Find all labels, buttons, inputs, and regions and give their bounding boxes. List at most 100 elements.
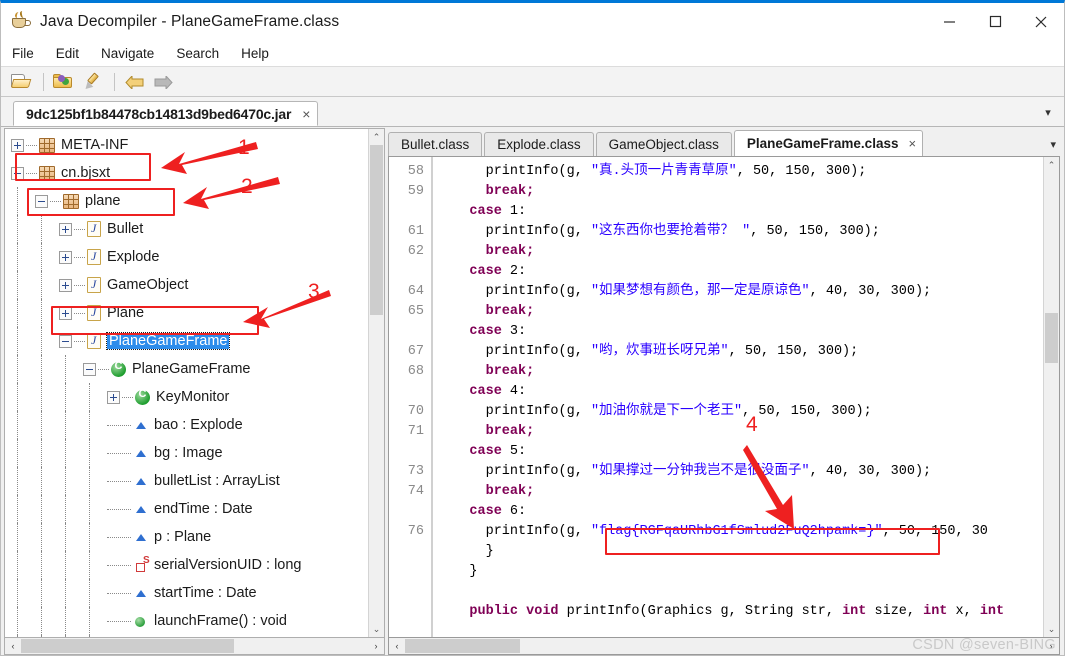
- close-icon[interactable]: [1018, 3, 1064, 40]
- code-line: break;: [437, 302, 1043, 322]
- tree-horizontal-scrollbar[interactable]: ‹ ›: [4, 638, 385, 655]
- menu-item-search[interactable]: Search: [175, 44, 229, 63]
- open-folder-icon[interactable]: [8, 69, 35, 94]
- pen-icon[interactable]: [79, 69, 106, 94]
- tree-node-label: KeyMonitor: [156, 388, 230, 405]
- maximize-icon[interactable]: [972, 3, 1018, 40]
- code-token: }: [485, 544, 494, 559]
- scroll-up-icon[interactable]: ⌃: [1044, 157, 1059, 173]
- tree-node[interactable]: PlaneGameFrame: [5, 327, 368, 355]
- code-token: , 50, 150, 300);: [728, 344, 859, 359]
- static-marker: S: [143, 555, 150, 566]
- menu-item-file[interactable]: File: [11, 44, 44, 63]
- tree-hscroll-thumb[interactable]: [21, 639, 234, 653]
- chevron-down-icon[interactable]: ▾: [1050, 138, 1056, 151]
- line-number: 73: [407, 464, 424, 479]
- tree-node[interactable]: plane: [5, 187, 368, 215]
- tree-node-label: p : Plane: [154, 528, 212, 545]
- jar-tab[interactable]: 9dc125bf1b84478cb14813d9bed6470c.jar ×: [13, 101, 319, 126]
- java-file-icon: [87, 333, 101, 349]
- collapse-icon[interactable]: [83, 362, 96, 376]
- tree-node-label: launchFrame() : void: [154, 612, 287, 629]
- tree-node[interactable]: cn.bjsxt: [5, 159, 368, 187]
- code-token: , 50, 150, 300);: [750, 224, 880, 239]
- collapse-icon[interactable]: [59, 334, 72, 348]
- code-line: printInfo(g, "如果梦想有颜色，那一定是原谅色", 40, 30, …: [437, 282, 1043, 302]
- expand-icon[interactable]: [107, 390, 120, 404]
- open-type-icon[interactable]: [50, 69, 77, 94]
- tree-node[interactable]: endTime : Date: [5, 495, 368, 523]
- menu-item-navigate[interactable]: Navigate: [100, 44, 164, 63]
- tree-node[interactable]: Plane: [5, 299, 368, 327]
- menu-item-help[interactable]: Help: [240, 44, 279, 63]
- tree-node[interactable]: p : Plane: [5, 523, 368, 551]
- code-token: , 50, 150, 300);: [736, 164, 867, 179]
- code-line: }: [437, 542, 1043, 562]
- code-token: case: [469, 384, 502, 399]
- tree-node[interactable]: bulletList : ArrayList: [5, 467, 368, 495]
- tree-node[interactable]: startTime : Date: [5, 579, 368, 607]
- collapse-icon[interactable]: [35, 194, 48, 208]
- close-icon[interactable]: ×: [908, 136, 916, 151]
- tree-node[interactable]: Explode: [5, 243, 368, 271]
- tree-guide-line: [41, 243, 42, 271]
- tree-vertical-scrollbar[interactable]: ⌃ ⌄: [368, 129, 384, 637]
- editor-tab-label: Bullet.class: [401, 137, 470, 152]
- tree-node[interactable]: bao : Explode: [5, 411, 368, 439]
- tree-guide-line: [17, 271, 18, 299]
- forward-arrow-icon[interactable]: [150, 69, 177, 94]
- tree-guide-line: [65, 355, 66, 383]
- tree-node[interactable]: GameObject: [5, 271, 368, 299]
- collapse-icon[interactable]: [11, 166, 24, 180]
- tree-node-label: GameObject: [107, 276, 189, 293]
- expand-icon[interactable]: [59, 278, 72, 292]
- scroll-up-icon[interactable]: ⌃: [369, 129, 384, 145]
- tree-scroll-track[interactable]: [369, 145, 384, 621]
- java-file-icon: [87, 277, 101, 293]
- expand-icon[interactable]: [59, 306, 72, 320]
- line-number: [389, 382, 424, 402]
- editor-hscroll-thumb[interactable]: [405, 639, 520, 653]
- tree-node[interactable]: META-INF: [5, 131, 368, 159]
- line-number: [389, 582, 424, 602]
- tree-node-label: bulletList : ArrayList: [154, 472, 280, 489]
- chevron-down-icon[interactable]: ▾: [1041, 108, 1055, 119]
- line-number: 74: [407, 484, 424, 499]
- minimize-icon[interactable]: [926, 3, 972, 40]
- expand-icon[interactable]: [11, 138, 24, 152]
- tree-guide-line: [41, 215, 42, 243]
- editor-tab[interactable]: Explode.class: [484, 132, 594, 156]
- scroll-down-icon[interactable]: ⌄: [369, 621, 384, 637]
- tree-guide-line: [65, 607, 66, 635]
- tree-node[interactable]: KeyMonitor: [5, 383, 368, 411]
- editor-tab[interactable]: Bullet.class: [388, 132, 483, 156]
- close-icon[interactable]: ×: [302, 107, 310, 121]
- source-code[interactable]: printInfo(g, "真.头顶一片青青草原", 50, 150, 300)…: [433, 157, 1043, 637]
- tree-node[interactable]: SserialVersionUID : long: [5, 551, 368, 579]
- scroll-left-icon[interactable]: ‹: [389, 638, 405, 654]
- tree-node[interactable]: Smain(String[]) : void: [5, 635, 368, 637]
- tree-guide-line: [17, 187, 18, 215]
- field-icon: [134, 586, 148, 600]
- back-arrow-icon[interactable]: [121, 69, 148, 94]
- expand-icon[interactable]: [59, 222, 72, 236]
- field-icon: [134, 502, 148, 516]
- tree-node[interactable]: bg : Image: [5, 439, 368, 467]
- expand-icon[interactable]: [59, 250, 72, 264]
- tree-hscroll-track[interactable]: [21, 638, 368, 654]
- editor-scroll-thumb[interactable]: [1045, 313, 1058, 363]
- tree-node[interactable]: Bullet: [5, 215, 368, 243]
- tree-scroll-thumb[interactable]: [370, 145, 383, 315]
- editor-tab[interactable]: GameObject.class: [595, 132, 732, 156]
- scroll-right-icon[interactable]: ›: [368, 638, 384, 654]
- tree-node[interactable]: launchFrame() : void: [5, 607, 368, 635]
- editor-scroll-track[interactable]: [1044, 173, 1059, 621]
- editor-tab[interactable]: PlaneGameFrame.class ×: [733, 130, 924, 156]
- tree-guide-line: [17, 243, 18, 271]
- menu-item-edit[interactable]: Edit: [55, 44, 89, 63]
- tree-node[interactable]: PlaneGameFrame: [5, 355, 368, 383]
- scroll-down-icon[interactable]: ⌄: [1044, 621, 1059, 637]
- editor-vertical-scrollbar[interactable]: ⌃ ⌄: [1043, 157, 1059, 637]
- scroll-left-icon[interactable]: ‹: [5, 638, 21, 654]
- tree-guide-line: [41, 467, 42, 495]
